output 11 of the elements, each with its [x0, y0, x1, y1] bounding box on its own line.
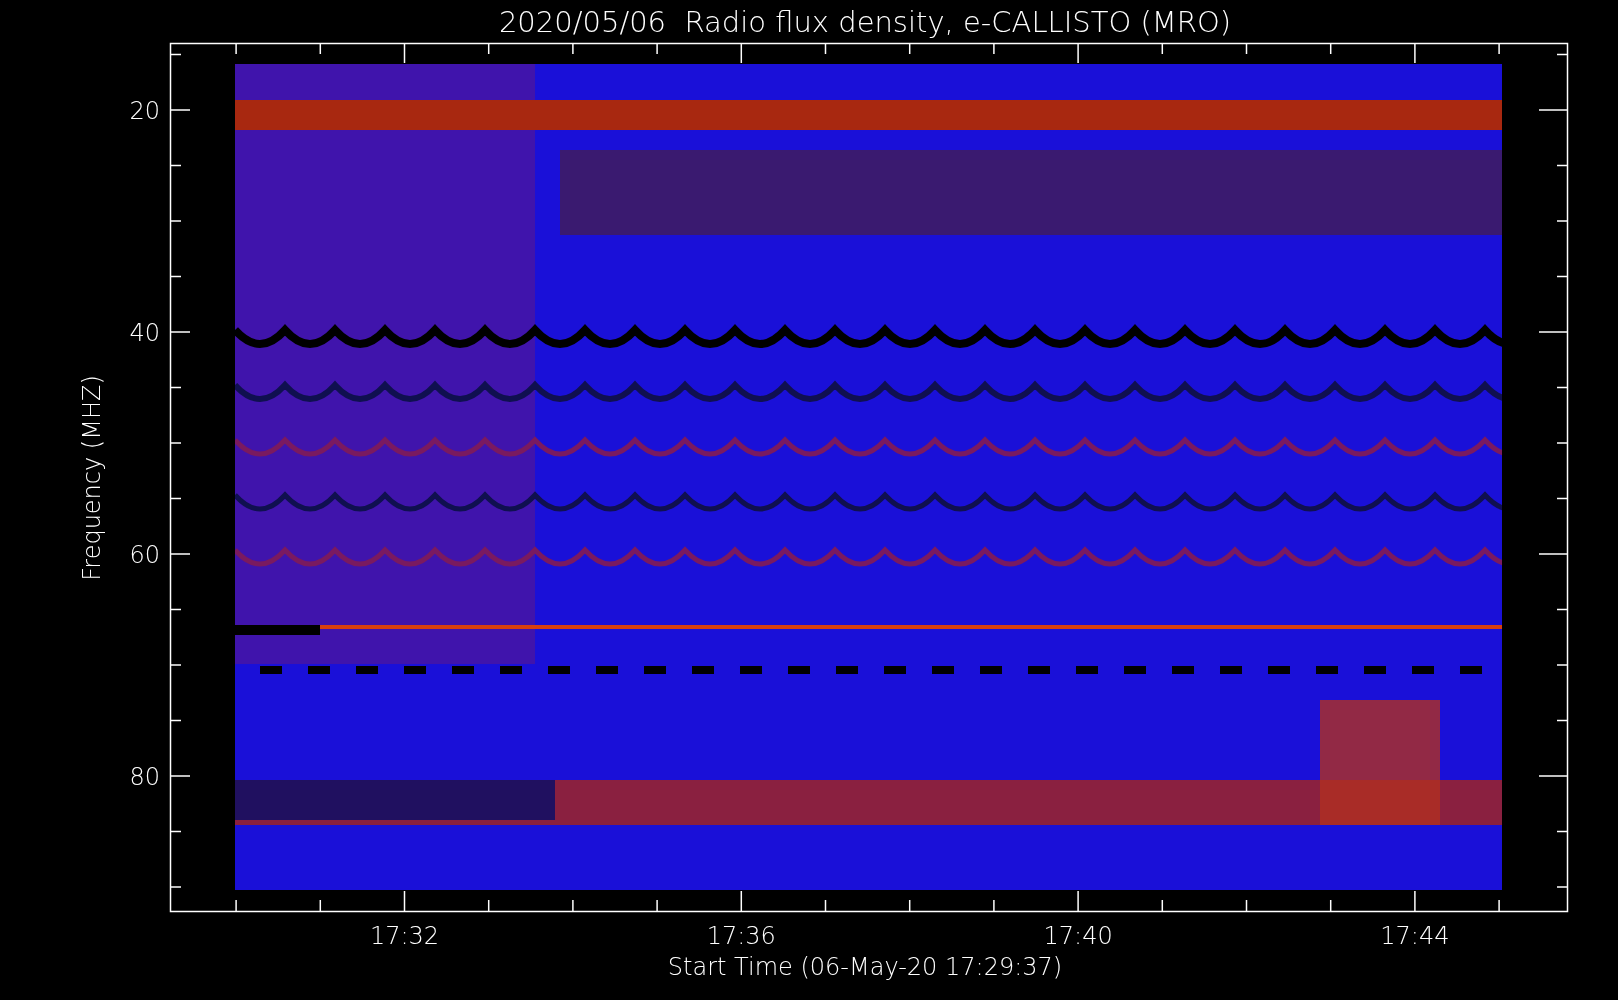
x-tick-label: 17:36 [706, 922, 776, 950]
y-tick-label: 80 [129, 763, 160, 791]
y-tick-label: 40 [129, 319, 160, 347]
x-tick-label: 17:40 [1043, 922, 1113, 950]
x-tick-label: 17:44 [1380, 922, 1450, 950]
y-axis-label: Frequency (MHZ) [78, 375, 106, 581]
y-tick-label: 20 [129, 97, 160, 125]
y-tick-label: 60 [129, 541, 160, 569]
x-axis-label: Start Time (06-May-20 17:29:37) [667, 953, 1063, 981]
chart-title: 2020/05/06 Radio flux density, e-CALLISTO (MRO) [498, 5, 1232, 39]
x-tick-label: 17:32 [369, 922, 440, 950]
